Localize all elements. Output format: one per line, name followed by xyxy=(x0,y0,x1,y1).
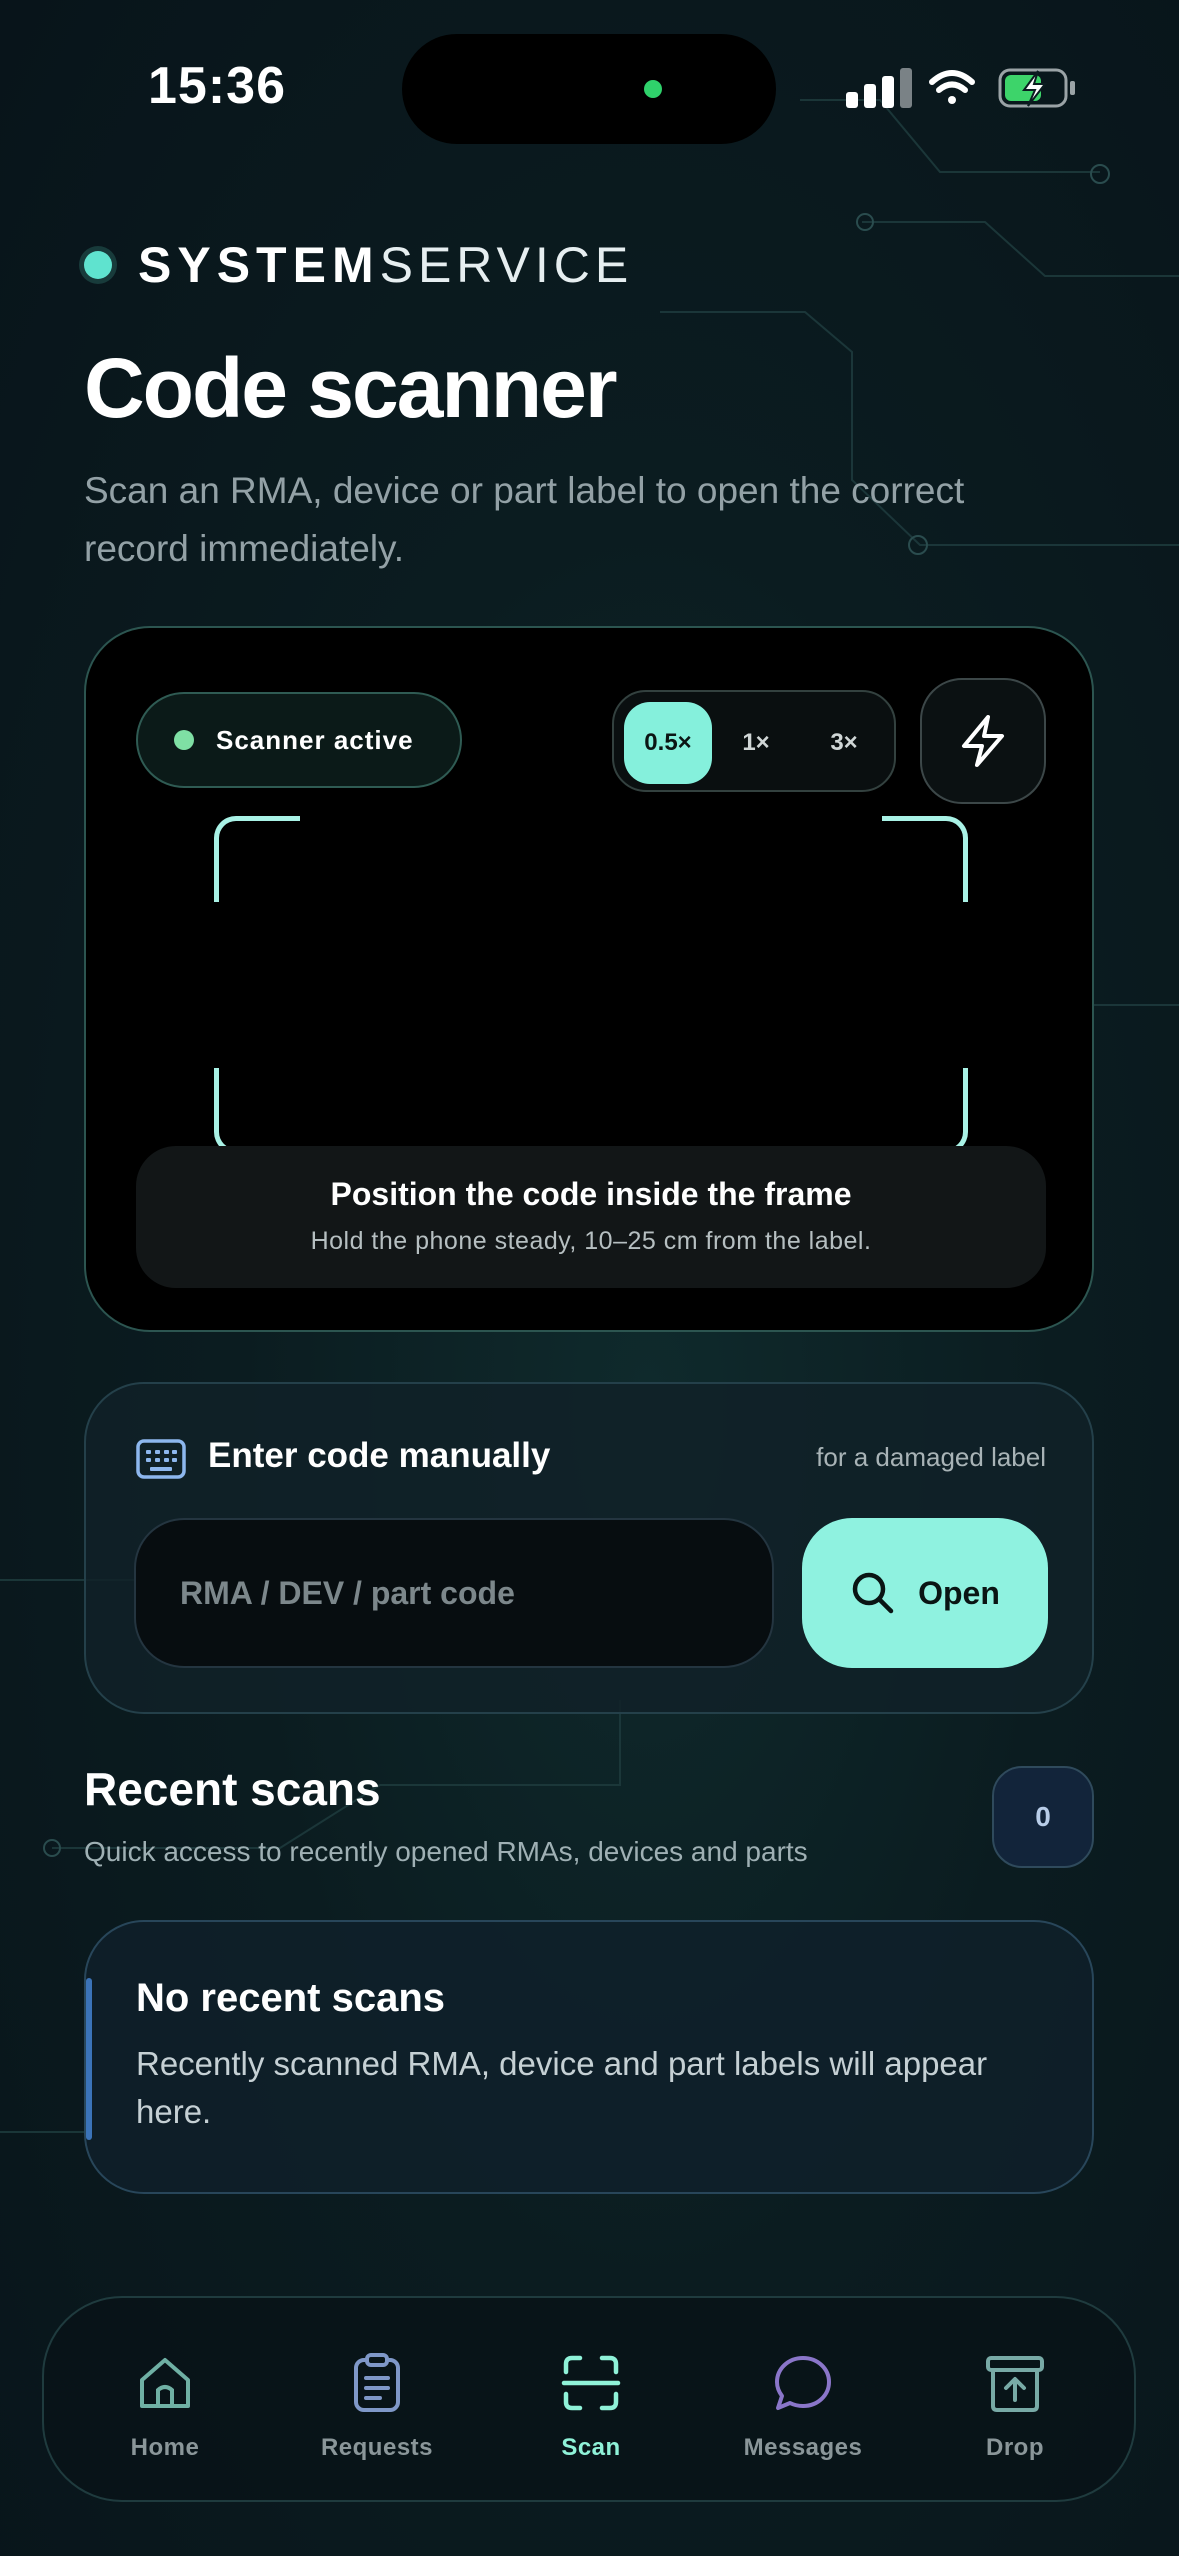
keyboard-icon xyxy=(136,1439,186,1479)
status-bar-time: 15:36 xyxy=(148,57,286,115)
code-input[interactable] xyxy=(134,1518,774,1668)
scan-icon xyxy=(561,2355,621,2411)
tab-requests[interactable]: Requests xyxy=(277,2298,477,2504)
scan-frame-corner-top-right xyxy=(882,816,968,902)
scan-frame-corner-top-left xyxy=(214,816,300,902)
brand-name-strong: SYSTEM xyxy=(138,237,380,293)
chat-bubble-icon xyxy=(775,2356,831,2410)
manual-entry-note: for a damaged label xyxy=(816,1442,1046,1472)
search-icon xyxy=(852,1572,894,1614)
wifi-icon xyxy=(929,70,975,104)
home-icon xyxy=(140,2358,190,2408)
battery-charging-icon xyxy=(998,68,1075,108)
recent-scans-subtitle: Quick access to recently opened RMAs, de… xyxy=(84,1836,808,1867)
open-button[interactable]: Open xyxy=(802,1518,1048,1668)
scanner-viewport[interactable]: Scanner active 0.5× 1× 3× Position the c… xyxy=(84,626,1094,1332)
tab-scan[interactable]: Scan xyxy=(491,2298,691,2504)
manual-entry-card: Enter code manually for a damaged label … xyxy=(84,1382,1094,1714)
open-button-label: Open xyxy=(918,1574,1000,1611)
tab-scan-label: Scan xyxy=(561,2434,621,2461)
bottom-tab-bar: Home Requests Scan Messages Drop xyxy=(42,2296,1136,2502)
scanner-hint-subtitle: Hold the phone steady, 10–25 cm from the… xyxy=(310,1227,872,1255)
lightning-icon xyxy=(962,715,1004,767)
tab-drop-label: Drop xyxy=(986,2434,1044,2461)
brand-logo: SYSTEM SERVICE xyxy=(84,236,633,294)
zoom-option-0-5x[interactable]: 0.5× xyxy=(624,702,712,784)
scanner-status-label: Scanner active xyxy=(216,724,414,755)
archive-upload-icon xyxy=(986,2356,1044,2412)
manual-entry-title: Enter code manually xyxy=(208,1436,551,1475)
scan-frame-corner-bottom-left xyxy=(214,1068,300,1154)
tab-requests-label: Requests xyxy=(320,2434,434,2461)
clipboard-icon xyxy=(354,2353,400,2412)
recent-scans-count-badge: 0 xyxy=(992,1766,1094,1868)
scan-frame-corner-bottom-right xyxy=(882,1068,968,1154)
scanner-active-dot xyxy=(174,730,194,750)
scanner-status-pill: Scanner active xyxy=(136,692,462,788)
page-subtitle: Scan an RMA, device or part label to ope… xyxy=(84,470,965,569)
page-title: Code scanner xyxy=(84,341,618,435)
tab-messages-label: Messages xyxy=(743,2434,863,2461)
cellular-signal-icon xyxy=(846,68,912,108)
tab-drop[interactable]: Drop xyxy=(915,2298,1115,2504)
dynamic-island xyxy=(402,34,776,144)
tab-home-label: Home xyxy=(130,2434,200,2461)
flash-toggle-button[interactable] xyxy=(920,678,1046,804)
tab-home[interactable]: Home xyxy=(65,2298,265,2504)
scanner-hint-title: Position the code inside the frame xyxy=(330,1176,852,1212)
brand-dot xyxy=(84,251,112,279)
recent-scans-empty-state: No recent scans Recently scanned RMA, de… xyxy=(84,1920,1094,2194)
zoom-option-1x[interactable]: 1× xyxy=(712,702,800,784)
empty-state-text: Recently scanned RMA, device and part la… xyxy=(136,2045,988,2130)
zoom-selector: 0.5× 1× 3× xyxy=(612,690,896,792)
scanner-hint-panel: Position the code inside the frame Hold … xyxy=(136,1146,1046,1288)
tab-messages[interactable]: Messages xyxy=(703,2298,903,2504)
empty-state-accent-bar xyxy=(86,1978,92,2140)
empty-state-title: No recent scans xyxy=(136,1976,446,2020)
camera-indicator-dot xyxy=(644,80,662,98)
zoom-option-3x[interactable]: 3× xyxy=(800,702,888,784)
status-bar-icons xyxy=(846,68,1075,108)
recent-scans-title: Recent scans xyxy=(84,1763,381,1815)
brand-name-light: SERVICE xyxy=(379,237,634,293)
